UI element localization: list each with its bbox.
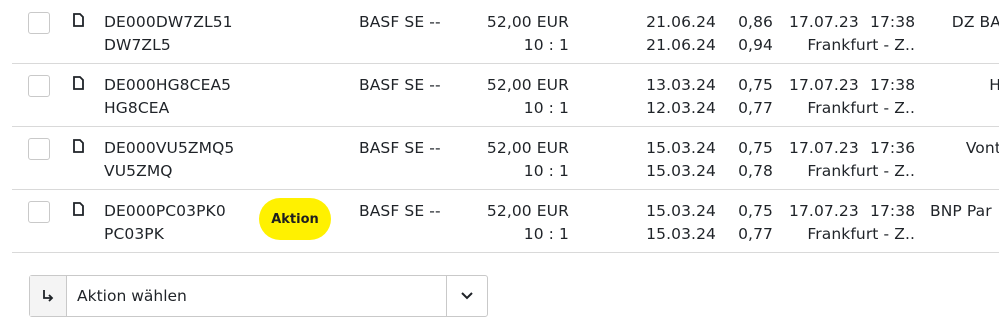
bid-text: 0,75 [738, 139, 773, 157]
row-checkbox[interactable] [28, 12, 50, 34]
exchange-text: Frankfurt - Z.. [807, 225, 915, 243]
row-checkbox[interactable] [28, 138, 50, 160]
strike-text: 52,00 EUR [486, 76, 569, 94]
table-row: DE000VU5ZMQ5 VU5ZMQ BASF SE -- 52,00 EUR… [12, 127, 999, 190]
date2-text: 15.03.24 [646, 162, 716, 180]
action-select-label: Aktion wählen [77, 287, 187, 305]
exchange-text: Frankfurt - Z.. [807, 162, 915, 180]
strike-text: 52,00 EUR [486, 139, 569, 157]
bid-text: 0,75 [738, 76, 773, 94]
quote-time-text: 17:38 [870, 76, 916, 94]
wkn-text: PC03PK [104, 225, 165, 243]
ratio-text: 10 : 1 [523, 99, 569, 117]
document-icon[interactable] [73, 139, 84, 153]
bid-text: 0,75 [738, 202, 773, 220]
date2-text: 21.06.24 [646, 36, 716, 54]
arrow-turn-icon [30, 276, 67, 316]
date1-text: 13.03.24 [646, 76, 716, 94]
issuer-text: BNP Par [930, 202, 992, 220]
date1-text: 15.03.24 [646, 139, 716, 157]
table-row: DE000HG8CEA5 HG8CEA BASF SE -- 52,00 EUR… [12, 64, 999, 127]
row-checkbox[interactable] [28, 201, 50, 223]
underlying-text: BASF SE -- [359, 76, 441, 94]
underlying-text: BASF SE -- [359, 202, 441, 220]
ask-text: 0,77 [738, 225, 773, 243]
ratio-text: 10 : 1 [523, 225, 569, 243]
issuer-text: DZ BA [951, 13, 999, 31]
date1-text: 21.06.24 [646, 13, 716, 31]
issuer-text: H [989, 76, 999, 94]
quote-date-text: 17.07.23 [789, 13, 859, 31]
bid-text: 0,86 [738, 13, 773, 31]
quote-date-text: 17.07.23 [789, 76, 859, 94]
exchange-text: Frankfurt - Z.. [807, 99, 915, 117]
action-select[interactable]: Aktion wählen [29, 275, 488, 317]
ask-text: 0,94 [738, 36, 773, 54]
chevron-down-icon[interactable] [446, 276, 487, 316]
document-icon[interactable] [73, 202, 84, 216]
ratio-text: 10 : 1 [523, 36, 569, 54]
ratio-text: 10 : 1 [523, 162, 569, 180]
wkn-text: DW7ZL5 [104, 36, 171, 54]
table-row: DE000DW7ZL51 DW7ZL5 BASF SE -- 52,00 EUR… [12, 0, 999, 64]
ask-text: 0,78 [738, 162, 773, 180]
isin-link[interactable]: DE000VU5ZMQ5 [104, 139, 234, 157]
isin-link[interactable]: DE000DW7ZL51 [104, 13, 233, 31]
row-checkbox[interactable] [28, 75, 50, 97]
underlying-text: BASF SE -- [359, 139, 441, 157]
issuer-text: Vont [965, 139, 999, 157]
action-badge[interactable]: Aktion [259, 198, 331, 240]
document-icon[interactable] [73, 76, 84, 90]
quote-date-text: 17.07.23 [789, 202, 859, 220]
isin-link[interactable]: DE000HG8CEA5 [104, 76, 231, 94]
strike-text: 52,00 EUR [486, 202, 569, 220]
table-row: DE000PC03PK0 PC03PK Aktion BASF SE -- 52… [12, 190, 999, 253]
quote-time-text: 17:38 [870, 13, 916, 31]
wkn-text: HG8CEA [104, 99, 170, 117]
date2-text: 15.03.24 [646, 225, 716, 243]
quote-time-text: 17:36 [870, 139, 916, 157]
date2-text: 12.03.24 [646, 99, 716, 117]
isin-link[interactable]: DE000PC03PK0 [104, 202, 226, 220]
document-icon[interactable] [73, 13, 84, 27]
quote-date-text: 17.07.23 [789, 139, 859, 157]
date1-text: 15.03.24 [646, 202, 716, 220]
exchange-text: Frankfurt - Z.. [807, 36, 915, 54]
strike-text: 52,00 EUR [486, 13, 569, 31]
product-table: DE000DW7ZL51 DW7ZL5 BASF SE -- 52,00 EUR… [12, 0, 999, 253]
ask-text: 0,77 [738, 99, 773, 117]
wkn-text: VU5ZMQ [104, 162, 173, 180]
quote-time-text: 17:38 [870, 202, 916, 220]
underlying-text: BASF SE -- [359, 13, 441, 31]
